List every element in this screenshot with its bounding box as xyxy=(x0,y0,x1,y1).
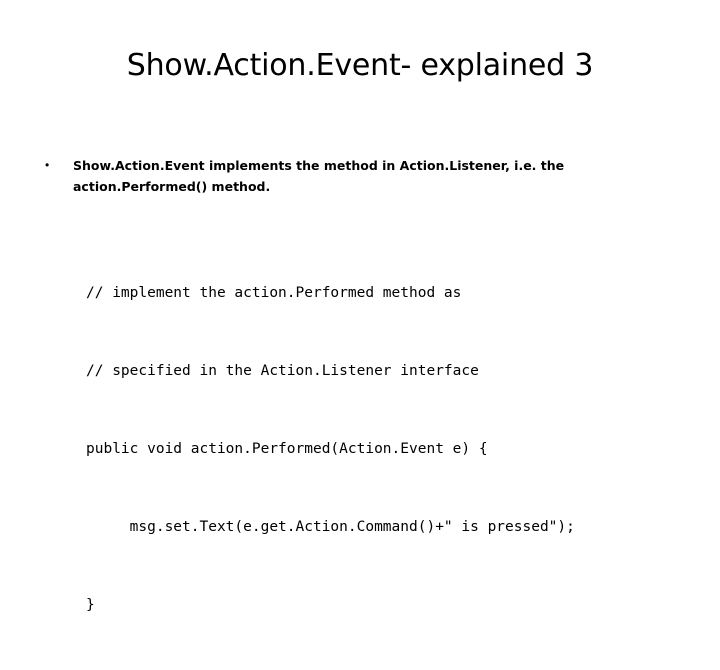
code-line: // specified in the Action.Listener inte… xyxy=(86,363,479,379)
code-line: public void action.Performed(Action.Even… xyxy=(86,441,488,457)
slide-canvas: Show.Action.Event- explained 3 • Show.Ac… xyxy=(0,0,720,613)
list-item: • Show.Action.Event implements the metho… xyxy=(42,155,682,197)
code-line: msg.set.Text(e.get.Action.Command()+" is… xyxy=(86,519,575,535)
code-block: // implement the action.Performed method… xyxy=(86,228,686,670)
code-line: } xyxy=(86,597,95,613)
code-line: // implement the action.Performed method… xyxy=(86,285,462,301)
bullet-marker-icon: • xyxy=(45,158,50,172)
bullet-text: Show.Action.Event implements the method … xyxy=(73,158,565,194)
page-title: Show.Action.Event- explained 3 xyxy=(126,48,594,83)
slide-body: • Show.Action.Event implements the metho… xyxy=(42,155,682,197)
